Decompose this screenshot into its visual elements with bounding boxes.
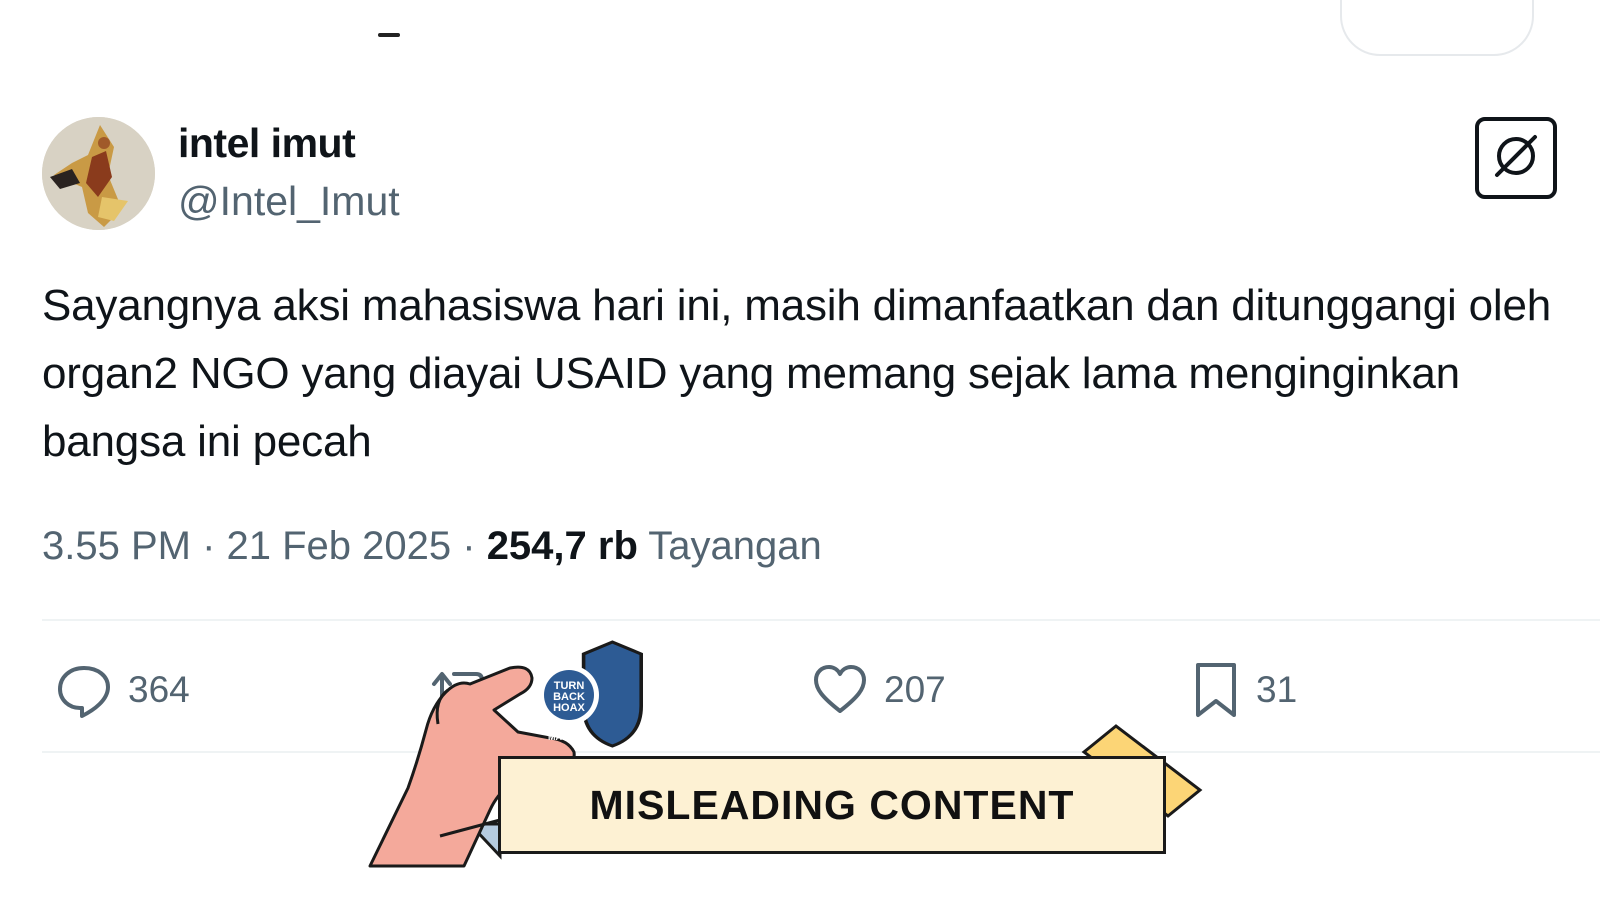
grok-icon (1491, 131, 1541, 186)
svg-text:HOAX: HOAX (553, 702, 585, 714)
bookmark-count: 31 (1256, 669, 1298, 710)
reply-button[interactable]: 364 (56, 655, 190, 725)
follow-button-fragment[interactable] (1340, 0, 1534, 56)
views-label: Tayangan (648, 524, 822, 568)
header-fragment (378, 33, 400, 37)
misleading-content-label: MISLEADING CONTENT (498, 756, 1166, 854)
avatar[interactable] (42, 117, 155, 230)
reply-icon (56, 662, 112, 718)
turnbackhoax-badge-icon: TURN BACK HOAX MAFINDO (539, 640, 644, 748)
tweet-timestamp[interactable]: 3.55 PM · 21 Feb 2025 · (42, 524, 487, 568)
reply-count: 364 (128, 669, 190, 710)
svg-text:MAFINDO: MAFINDO (548, 732, 590, 742)
views-count: 254,7 rb (486, 524, 638, 568)
author-handle[interactable]: @Intel_Imut (178, 178, 400, 225)
tweet-text: Sayangnya aksi mahasiswa hari ini, masih… (42, 281, 1552, 466)
tweet-metadata: 3.55 PM · 21 Feb 2025 · 254,7 rb Tayanga… (42, 524, 822, 569)
divider (42, 619, 1600, 621)
author-display-name[interactable]: intel imut (178, 120, 356, 167)
grok-button[interactable] (1475, 117, 1557, 199)
